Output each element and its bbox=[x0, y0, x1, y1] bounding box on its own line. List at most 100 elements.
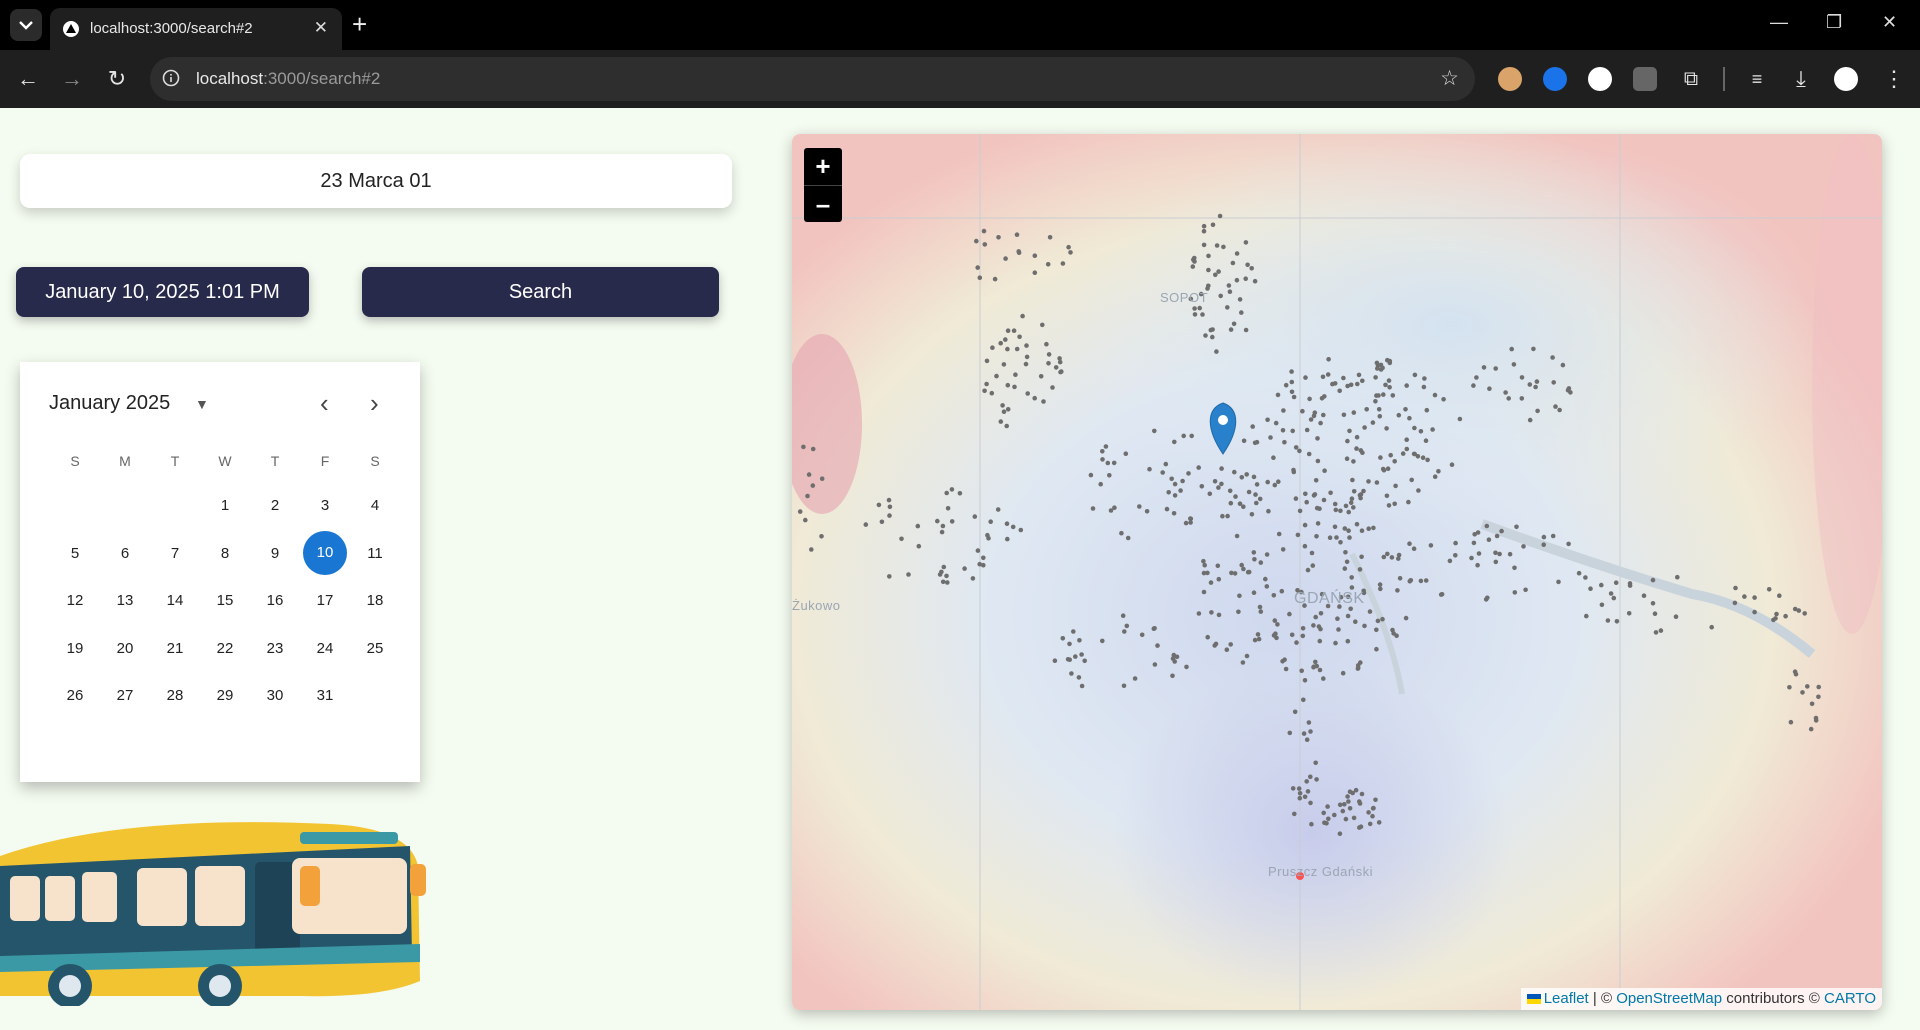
bus-stop-dot[interactable] bbox=[1551, 380, 1556, 385]
bus-stop-dot[interactable] bbox=[915, 523, 921, 529]
browser-tab-active[interactable]: localhost:3000/search#2 ✕ bbox=[50, 8, 342, 50]
bus-stop-dot[interactable] bbox=[1300, 633, 1306, 639]
bus-stop-dot[interactable] bbox=[1228, 642, 1233, 647]
bus-stop-dot[interactable] bbox=[1073, 654, 1078, 659]
bus-stop-dot[interactable] bbox=[1626, 611, 1632, 616]
calendar-day[interactable]: 2 bbox=[250, 497, 300, 514]
bus-stop-dot[interactable] bbox=[1519, 375, 1525, 380]
bus-stop-dot[interactable] bbox=[1493, 550, 1498, 556]
bus-stop-dot[interactable] bbox=[990, 345, 995, 350]
bus-stop-dot[interactable] bbox=[984, 381, 989, 387]
bus-stop-dot[interactable] bbox=[1423, 438, 1429, 444]
bus-stop-dot[interactable] bbox=[1325, 372, 1331, 377]
bus-stop-dot[interactable] bbox=[1271, 633, 1277, 638]
bus-stop-dot[interactable] bbox=[1076, 675, 1082, 680]
bus-stop-dot[interactable] bbox=[1196, 611, 1202, 616]
extension-avatar-icon[interactable] bbox=[1498, 67, 1522, 91]
bus-stop-dot[interactable] bbox=[1343, 550, 1348, 555]
bus-stop-dot[interactable] bbox=[1392, 501, 1397, 507]
bus-stop-dot[interactable] bbox=[1332, 812, 1337, 818]
calendar-day[interactable]: 1 bbox=[200, 497, 250, 514]
bus-stop-dot[interactable] bbox=[1163, 461, 1169, 467]
bus-stop-dot[interactable] bbox=[1196, 465, 1201, 470]
bus-stop-dot[interactable] bbox=[1228, 327, 1234, 332]
calendar-day[interactable]: 12 bbox=[50, 592, 100, 609]
bus-stop-dot[interactable] bbox=[1345, 613, 1351, 619]
bus-stop-dot[interactable] bbox=[1301, 731, 1307, 736]
bus-stop-dot[interactable] bbox=[1287, 611, 1292, 617]
bus-stop-dot[interactable] bbox=[810, 483, 816, 488]
bus-stop-dot[interactable] bbox=[1318, 626, 1323, 632]
bus-stop-dot[interactable] bbox=[1499, 528, 1504, 534]
bus-stop-dot[interactable] bbox=[1534, 379, 1540, 384]
bus-stop-dot[interactable] bbox=[996, 235, 1001, 240]
bus-stop-dot[interactable] bbox=[944, 490, 949, 496]
bus-stop-dot[interactable] bbox=[1373, 399, 1378, 404]
bus-stop-dot[interactable] bbox=[1394, 633, 1399, 638]
bus-stop-dot[interactable] bbox=[1201, 242, 1207, 248]
bus-stop-dot[interactable] bbox=[1371, 805, 1376, 811]
chevron-right-icon[interactable]: › bbox=[370, 388, 379, 419]
bus-stop-dot[interactable] bbox=[1345, 794, 1350, 799]
bus-stop-dot[interactable] bbox=[1215, 563, 1221, 569]
bus-stop-dot[interactable] bbox=[1289, 369, 1294, 374]
bus-stop-dot[interactable] bbox=[1105, 460, 1111, 466]
bus-stop-dot[interactable] bbox=[1325, 804, 1330, 809]
bus-stop-dot[interactable] bbox=[1377, 582, 1383, 587]
bus-stop-dot[interactable] bbox=[1321, 497, 1327, 503]
bus-stop-dot[interactable] bbox=[1252, 278, 1258, 284]
bus-stop-dot[interactable] bbox=[1384, 493, 1390, 499]
bus-stop-dot[interactable] bbox=[1349, 496, 1355, 502]
bus-stop-dot[interactable] bbox=[1144, 509, 1150, 514]
bus-stop-dot[interactable] bbox=[1535, 408, 1540, 414]
bus-stop-dot[interactable] bbox=[1541, 534, 1547, 540]
bus-stop-dot[interactable] bbox=[1340, 670, 1346, 676]
bus-stop-dot[interactable] bbox=[1390, 393, 1396, 398]
bus-stop-dot[interactable] bbox=[1071, 629, 1076, 634]
bus-stop-dot[interactable] bbox=[1122, 629, 1127, 634]
bus-stop-dot[interactable] bbox=[1386, 378, 1392, 383]
bus-stop-dot[interactable] bbox=[1521, 544, 1526, 549]
bus-stop-dot[interactable] bbox=[1792, 669, 1798, 674]
bus-stop-dot[interactable] bbox=[1428, 543, 1434, 548]
bus-stop-dot[interactable] bbox=[1287, 730, 1293, 736]
bus-stop-dot[interactable] bbox=[1326, 816, 1331, 822]
bus-stop-dot[interactable] bbox=[1108, 508, 1114, 513]
bus-stop-dot[interactable] bbox=[886, 497, 892, 503]
bus-stop-dot[interactable] bbox=[1213, 272, 1218, 278]
bus-stop-dot[interactable] bbox=[1231, 321, 1237, 327]
bus-stop-dot[interactable] bbox=[1003, 337, 1008, 342]
bus-stop-dot[interactable] bbox=[1605, 618, 1611, 623]
bus-stop-dot[interactable] bbox=[1675, 574, 1680, 580]
bus-stop-dot[interactable] bbox=[1001, 362, 1007, 367]
bus-stop-dot[interactable] bbox=[1421, 384, 1427, 390]
bus-stop-dot[interactable] bbox=[1103, 444, 1109, 449]
bus-stop-dot[interactable] bbox=[1225, 305, 1230, 310]
bus-stop-dot[interactable] bbox=[1409, 477, 1414, 483]
bus-stop-dot[interactable] bbox=[1315, 436, 1320, 441]
bus-stop-dot[interactable] bbox=[1766, 587, 1772, 592]
calendar-day[interactable]: 15 bbox=[200, 592, 250, 609]
bus-stop-dot[interactable] bbox=[935, 518, 940, 524]
bus-stop-dot[interactable] bbox=[1514, 524, 1519, 530]
bus-stop-dot[interactable] bbox=[1202, 562, 1207, 568]
bus-stop-dot[interactable] bbox=[1359, 554, 1364, 560]
chevron-down-icon[interactable]: ▼ bbox=[195, 396, 209, 412]
bus-stop-dot[interactable] bbox=[1225, 513, 1230, 519]
bus-stop-dot[interactable] bbox=[876, 502, 882, 508]
bus-stop-dot[interactable] bbox=[1357, 801, 1363, 806]
bus-stop-dot[interactable] bbox=[1432, 392, 1438, 398]
bus-stop-dot[interactable] bbox=[941, 564, 947, 570]
bus-stop-dot[interactable] bbox=[1125, 535, 1131, 541]
bus-stop-dot[interactable] bbox=[1403, 615, 1409, 621]
bus-stop-dot[interactable] bbox=[1627, 583, 1633, 588]
bus-stop-dot[interactable] bbox=[1079, 652, 1084, 657]
bus-stop-dot[interactable] bbox=[819, 476, 825, 482]
bus-stop-dot[interactable] bbox=[1210, 222, 1216, 228]
bus-stop-dot[interactable] bbox=[1313, 478, 1319, 483]
bus-stop-dot[interactable] bbox=[1315, 458, 1321, 464]
bus-stop-dot[interactable] bbox=[981, 555, 986, 561]
calendar-day[interactable]: 3 bbox=[300, 497, 350, 514]
bus-stop-dot[interactable] bbox=[1366, 479, 1371, 484]
bus-stop-dot[interactable] bbox=[1178, 488, 1183, 493]
